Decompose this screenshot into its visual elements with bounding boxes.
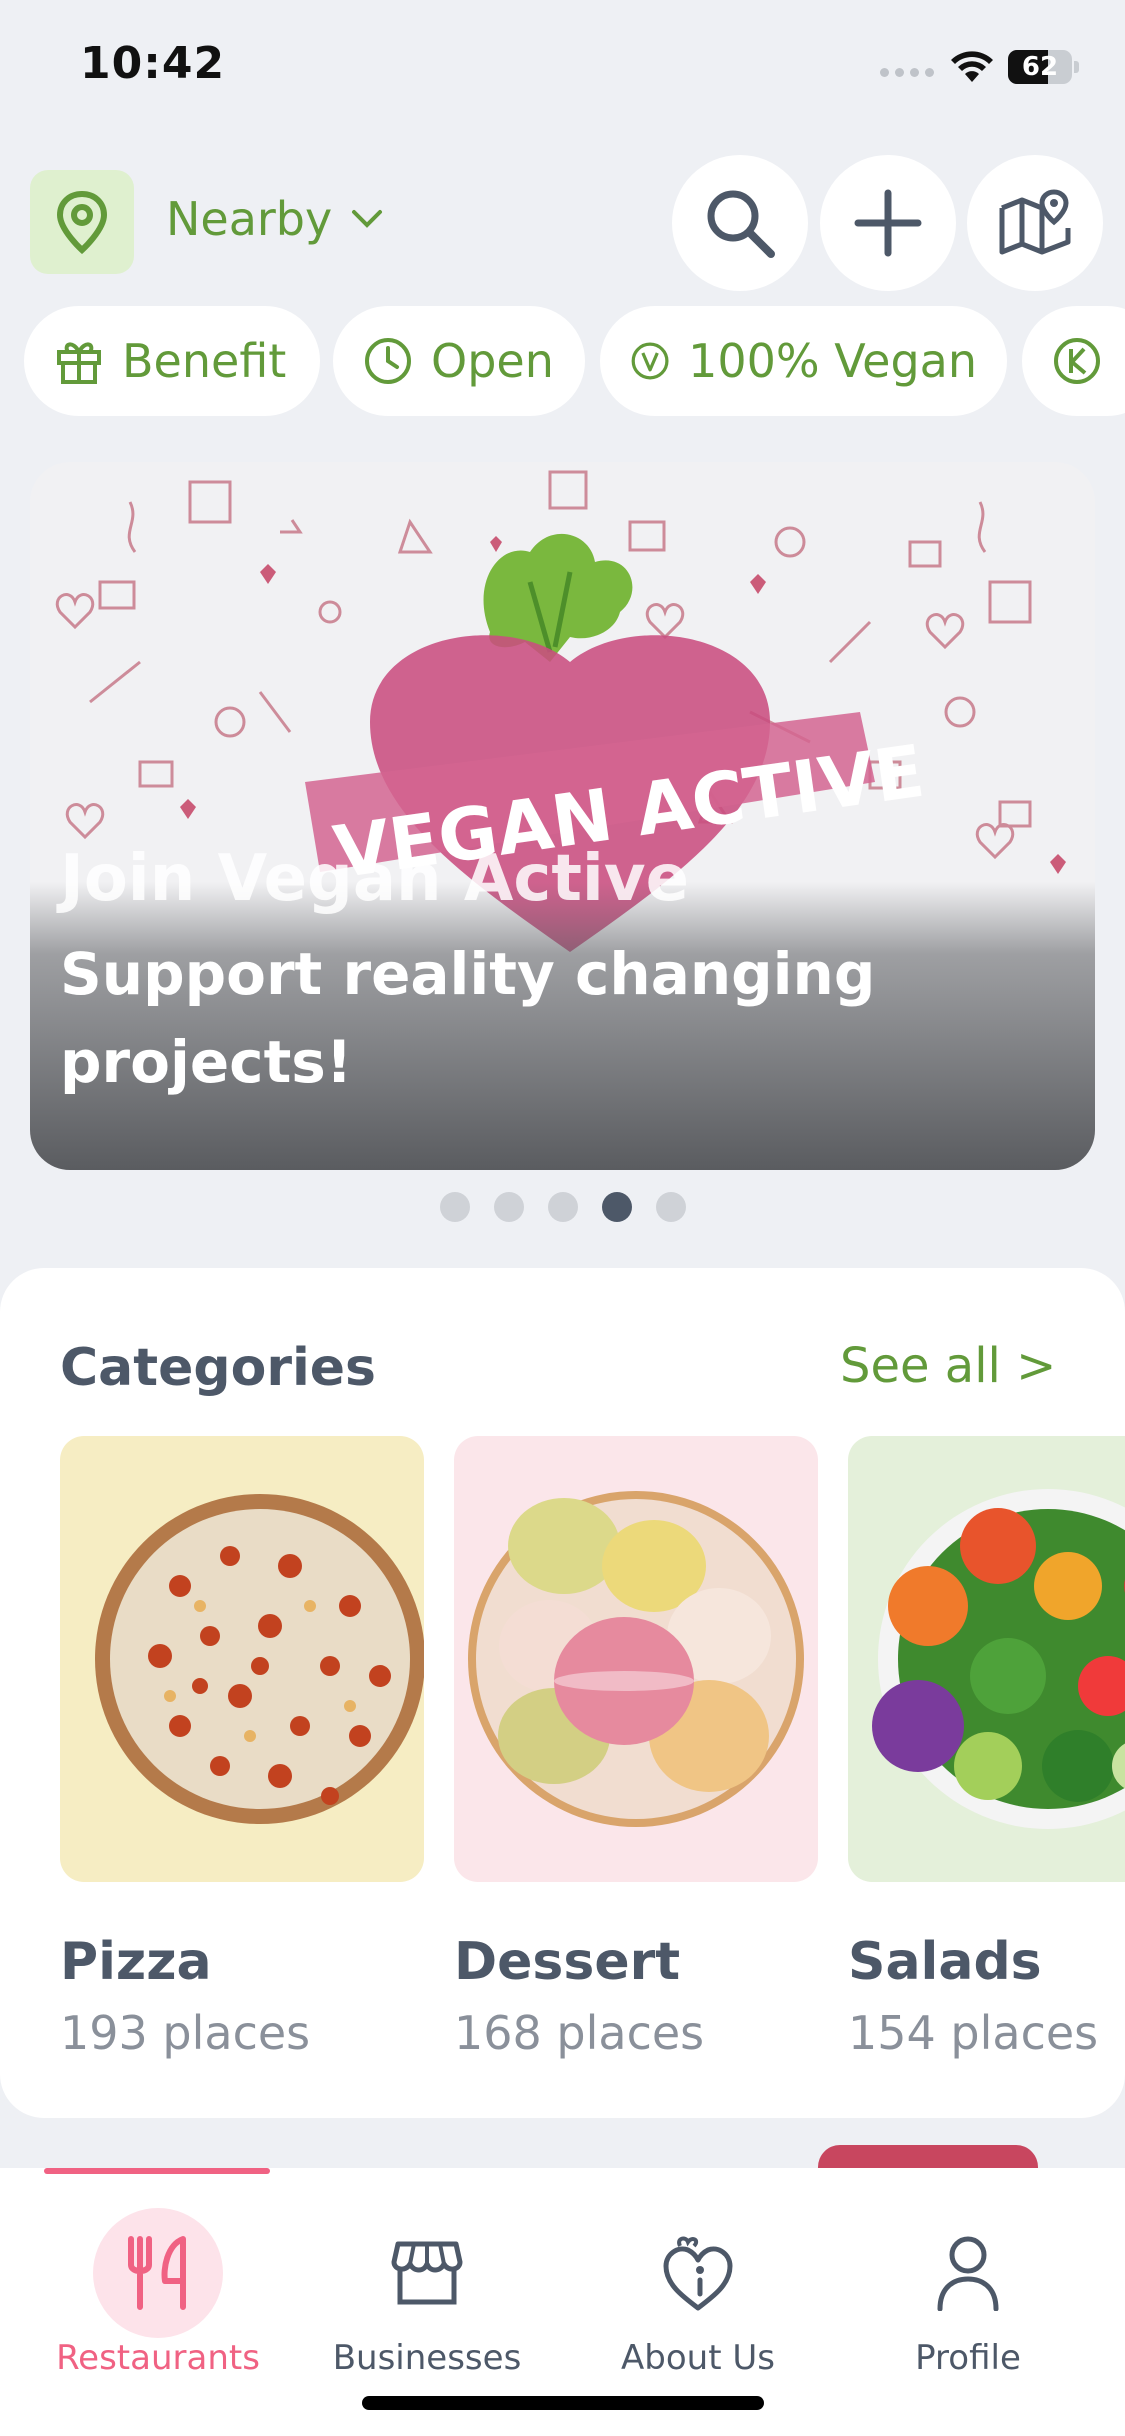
- tab-about-us[interactable]: About Us: [568, 2208, 828, 2388]
- home-indicator: [362, 2396, 764, 2410]
- clock-icon: [365, 338, 411, 384]
- filter-chip-vegan[interactable]: 100% Vegan: [600, 306, 1007, 416]
- heart-info-icon: [633, 2208, 763, 2338]
- filter-chip-open[interactable]: Open: [333, 306, 585, 416]
- page-dot[interactable]: [655, 1192, 686, 1222]
- pizza-image: [95, 1494, 424, 1824]
- cellular-signal-icon: [880, 68, 934, 77]
- page-dot[interactable]: [439, 1192, 470, 1222]
- filter-chips: Benefit Open 100% Vegan: [24, 306, 1125, 416]
- categories-section: Categories See all > Pizza 193 places De…: [0, 1268, 1125, 2118]
- vegan-v-icon: [631, 342, 669, 380]
- plus-icon: [854, 189, 922, 257]
- status-time: 10:42: [80, 38, 226, 89]
- active-tab-indicator: [44, 2168, 270, 2174]
- tab-restaurants[interactable]: Restaurants: [28, 2208, 288, 2388]
- filter-chip-label: 100% Vegan: [688, 334, 977, 388]
- page-dot[interactable]: [601, 1192, 632, 1222]
- filter-chip-kosher[interactable]: [1022, 306, 1125, 416]
- battery-percent: 62: [1021, 52, 1059, 82]
- category-count: 193 places: [60, 2006, 311, 2060]
- tab-label: Businesses: [332, 2338, 522, 2378]
- add-button[interactable]: [820, 155, 956, 291]
- category-name: Dessert: [454, 1932, 681, 1992]
- person-icon: [903, 2208, 1033, 2338]
- section-title: Categories: [60, 1338, 377, 1398]
- category-name: Pizza: [60, 1932, 212, 1992]
- battery-indicator: 62: [1008, 50, 1080, 84]
- banner-page-indicator[interactable]: [0, 1192, 1125, 1222]
- salad-image: [872, 1489, 1125, 1829]
- promo-banner[interactable]: VEGAN ACTIVE Join Vegan Active Support r…: [30, 462, 1095, 1170]
- location-selector[interactable]: Nearby: [166, 192, 384, 246]
- fork-knife-icon: [93, 2208, 223, 2338]
- map-button[interactable]: [967, 155, 1103, 291]
- search-button[interactable]: [672, 155, 808, 291]
- search-icon: [707, 190, 775, 258]
- gift-icon: [57, 342, 101, 384]
- category-card-salads[interactable]: [848, 1436, 1125, 1882]
- page-dot[interactable]: [547, 1192, 578, 1222]
- tab-label: About Us: [621, 2338, 775, 2378]
- page-dot[interactable]: [493, 1192, 524, 1222]
- category-count: 154 places: [848, 2006, 1099, 2060]
- map-pin-icon: [999, 189, 1071, 255]
- category-card-dessert[interactable]: [454, 1436, 818, 1882]
- banner-subtitle: Support reality changing projects!: [60, 940, 876, 1096]
- see-all-link[interactable]: See all >: [840, 1338, 1056, 1394]
- status-bar: 10:42 62: [0, 0, 1125, 140]
- tab-profile[interactable]: Profile: [838, 2208, 1098, 2388]
- tab-label: Profile: [915, 2338, 1021, 2378]
- category-card-pizza[interactable]: [60, 1436, 424, 1882]
- wifi-icon: [951, 51, 993, 82]
- location-pin-icon: [56, 190, 108, 254]
- filter-chip-label: Benefit: [122, 334, 287, 388]
- storefront-icon: [362, 2208, 492, 2338]
- tab-label: Restaurants: [56, 2338, 260, 2378]
- category-name: Salads: [848, 1932, 1042, 1992]
- filter-chip-label: Open: [431, 334, 554, 388]
- chevron-down-icon: [352, 210, 383, 228]
- filter-chip-benefit[interactable]: Benefit: [24, 306, 320, 416]
- category-count: 168 places: [454, 2006, 705, 2060]
- location-button[interactable]: [30, 170, 134, 274]
- dessert-image: [468, 1491, 804, 1827]
- tab-businesses[interactable]: Businesses: [297, 2208, 557, 2388]
- kosher-k-icon: [1054, 338, 1100, 384]
- banner-title: Join Vegan Active: [60, 842, 689, 916]
- location-label: Nearby: [166, 192, 333, 246]
